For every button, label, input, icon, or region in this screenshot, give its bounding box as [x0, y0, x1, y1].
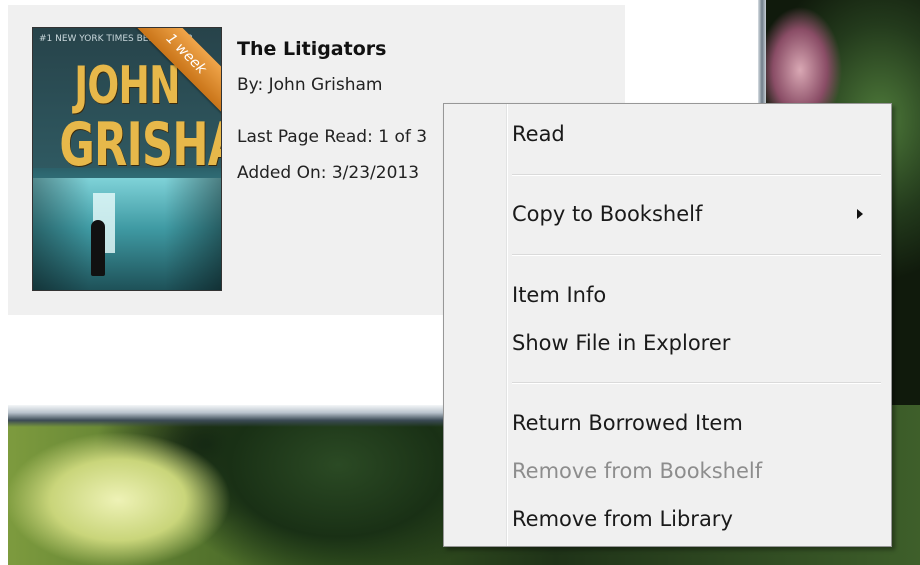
submenu-arrow-icon [857, 209, 863, 219]
menu-item-remove-from-bookshelf-label: Remove from Bookshelf [512, 459, 763, 483]
author-name: John Grisham [268, 75, 383, 95]
added-on-label: Added On: [237, 163, 327, 183]
author-line: By: John Grisham [237, 75, 383, 95]
menu-separator [512, 254, 881, 256]
menu-item-remove-from-library-label: Remove from Library [512, 507, 733, 531]
menu-item-read[interactable]: Read [444, 115, 891, 153]
added-on-value: 3/23/2013 [331, 163, 420, 183]
cover-figure [91, 220, 105, 276]
added-on-line: Added On: 3/23/2013 [237, 163, 419, 183]
menu-item-remove-from-bookshelf: Remove from Bookshelf [444, 452, 891, 490]
menu-separator [512, 174, 881, 176]
menu-item-remove-from-library[interactable]: Remove from Library [444, 500, 891, 538]
menu-item-copy-to-bookshelf[interactable]: Copy to Bookshelf [444, 195, 891, 233]
menu-item-read-label: Read [512, 122, 565, 146]
last-page-label: Last Page Read: [237, 127, 373, 147]
menu-item-item-info[interactable]: Item Info [444, 276, 891, 314]
cover-author-last: GRISHAM [59, 110, 221, 180]
book-cover[interactable]: #1 NEW YORK TIMES BESTSELLER JOHN GRISHA… [32, 27, 222, 291]
menu-item-return-borrowed-item[interactable]: Return Borrowed Item [444, 404, 891, 442]
menu-item-show-file-in-explorer-label: Show File in Explorer [512, 331, 731, 355]
author-label: By: [237, 75, 264, 95]
menu-separator [512, 382, 881, 384]
menu-item-return-borrowed-item-label: Return Borrowed Item [512, 411, 743, 435]
context-menu: Read Copy to Bookshelf Item Info Show Fi… [443, 103, 892, 547]
menu-item-item-info-label: Item Info [512, 283, 607, 307]
menu-item-show-file-in-explorer[interactable]: Show File in Explorer [444, 324, 891, 362]
last-page-value: 1 of 3 [378, 127, 428, 147]
menu-item-copy-to-bookshelf-label: Copy to Bookshelf [512, 202, 703, 226]
last-page-line: Last Page Read: 1 of 3 [237, 127, 427, 147]
cover-hallway-image [33, 178, 221, 290]
book-title: The Litigators [237, 38, 387, 60]
